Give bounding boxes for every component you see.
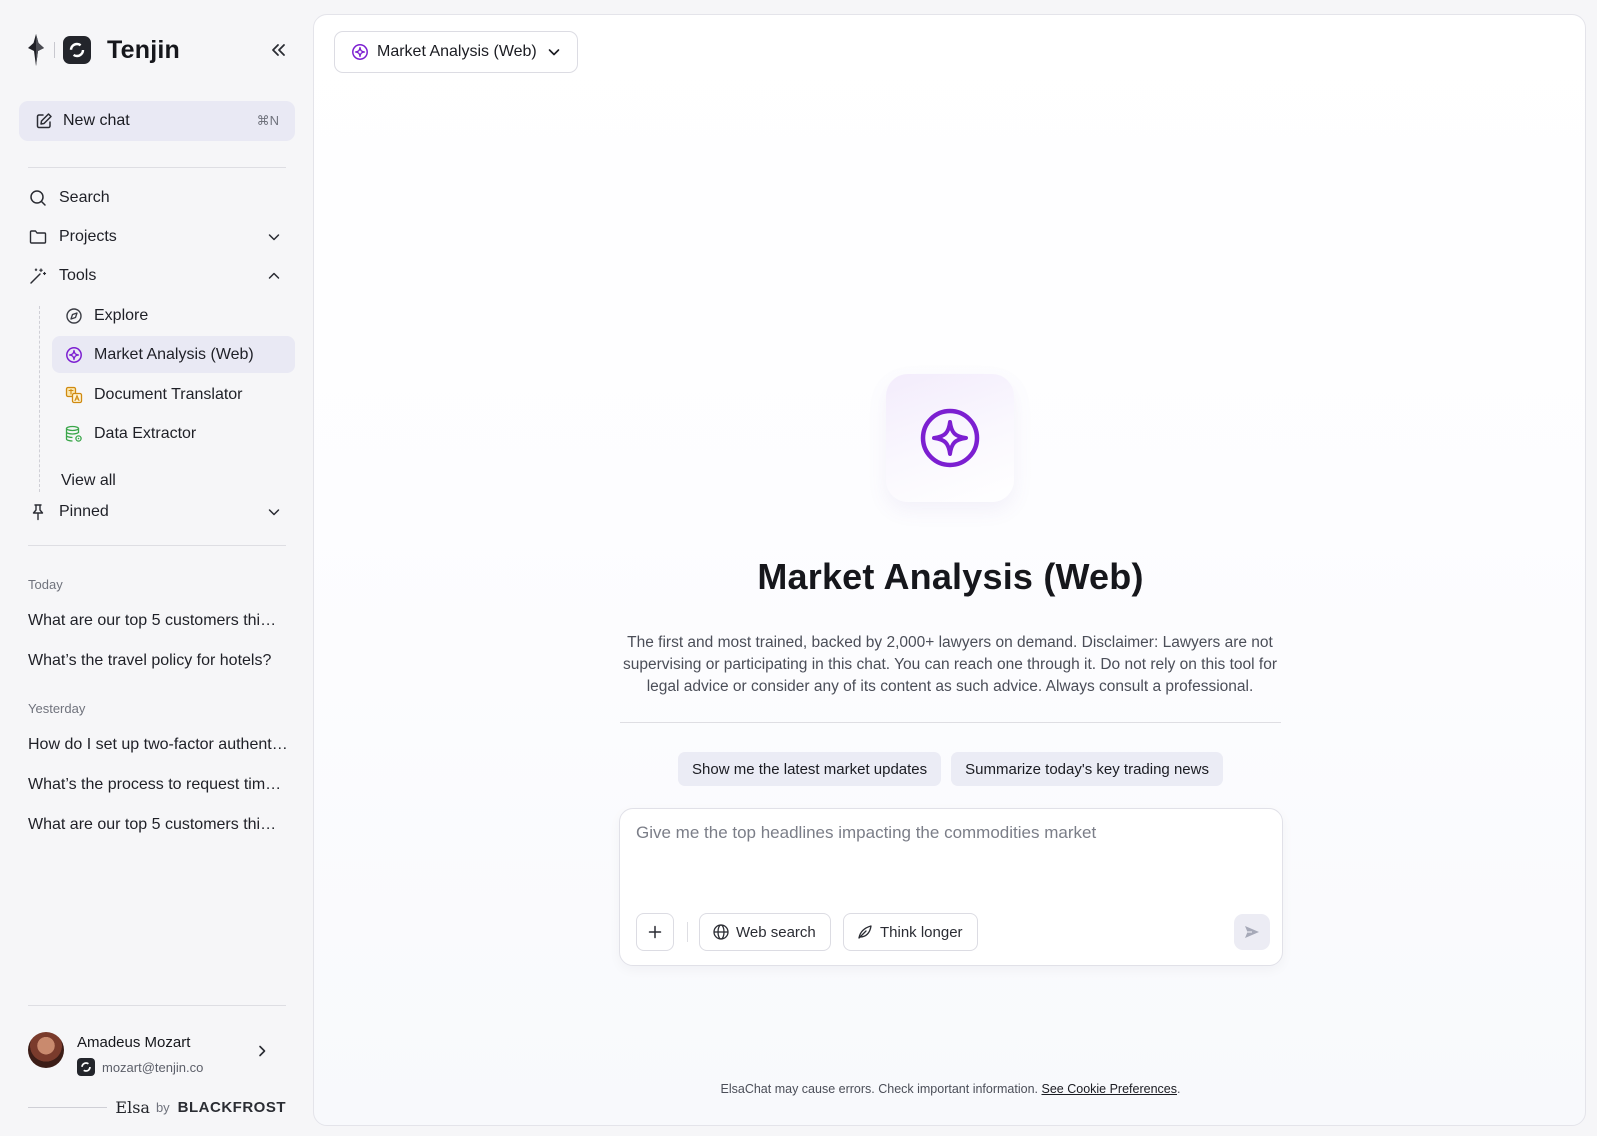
pin-icon [28,502,48,522]
page-title: Market Analysis (Web) [757,556,1144,597]
globe-icon [713,924,729,940]
elsa-logo-icon [28,34,44,66]
disclaimer-text: ElsaChat may cause errors. Check importa… [720,1082,1039,1096]
new-chat-label: New chat [63,112,130,129]
tool-item-market-analysis[interactable]: Market Analysis (Web) [52,336,295,373]
user-profile[interactable]: Amadeus Mozart mozart@tenjin.co [28,1028,288,1076]
globe-sparkle-icon [64,345,84,365]
chevron-down-icon[interactable] [266,504,282,520]
suggestion-chips: Show me the latest market updates Summar… [314,752,1587,786]
prompt-input[interactable] [636,823,1256,843]
edit-icon [36,113,52,129]
compass-icon [64,306,84,326]
globe-sparkle-icon [920,408,980,468]
footer-by: by [155,1100,170,1115]
new-chat-button[interactable]: New chat ⌘N [19,101,295,141]
cookie-preferences-link[interactable]: See Cookie Preferences [1042,1082,1178,1096]
brand-separator [54,42,55,58]
sidebar-item-tools[interactable]: Tools [28,263,286,289]
chevron-right-icon [259,1045,266,1057]
globe-sparkle-icon [352,44,368,60]
chat-composer: Web search Think longer [619,808,1283,966]
history-item[interactable]: What’s the travel policy for hotels? [28,652,288,670]
footer-brand: Elsa by BLACKFROST [28,1098,286,1117]
send-icon [1245,926,1259,938]
hero-divider [620,722,1281,723]
tools-tree-line [39,306,40,492]
chevron-down-icon [548,49,560,56]
plus-icon [648,925,662,939]
blackfrost-wordmark: BLACKFROST [177,1099,286,1116]
sidebar-item-pinned[interactable]: Pinned [28,499,286,525]
history-group-yesterday: Yesterday [28,701,86,716]
tool-selector-dropdown[interactable]: Market Analysis (Web) [334,31,578,73]
history-group-today: Today [28,577,63,592]
history-item[interactable]: What are our top 5 customers this quarte… [28,816,280,834]
history-item[interactable]: How do I set up two-factor authenticatio… [28,736,288,754]
user-name: Amadeus Mozart [77,1034,191,1051]
tenjin-logo-icon [77,1058,95,1076]
database-gear-icon [64,424,84,444]
footer-brand-line [28,1107,108,1108]
chevron-down-icon[interactable] [266,229,282,245]
tenjin-logo-icon [63,36,91,64]
think-longer-label: Think longer [880,923,963,941]
send-button[interactable] [1234,914,1270,950]
chevron-up-icon[interactable] [266,268,282,284]
user-email: mozart@tenjin.co [102,1059,204,1075]
hero-tool-icon [886,374,1014,502]
disclaimer-end: . [1177,1082,1181,1096]
magic-wand-icon [28,266,48,286]
sidebar-item-label: Pinned [59,503,109,520]
tool-item-label: Market Analysis (Web) [94,345,254,363]
tool-item-explore[interactable]: Explore [52,297,295,334]
sidebar-item-label: Search [59,189,110,206]
web-search-label: Web search [736,923,816,941]
folder-icon [28,227,48,247]
new-chat-shortcut: ⌘N [256,113,279,128]
suggestion-chip[interactable]: Summarize today's key trading news [951,752,1223,786]
history-item[interactable]: What’s the process to request time off? [28,776,288,794]
tool-item-document-translator[interactable]: Document Translator [52,376,295,413]
sidebar-item-projects[interactable]: Projects [28,224,286,250]
web-search-button[interactable]: Web search [699,913,831,951]
composer-separator [687,922,688,942]
leaf-icon [858,925,872,939]
attach-button[interactable] [636,913,674,951]
history-item[interactable]: What are our top 5 customers this quarte… [28,612,280,630]
suggestion-chip[interactable]: Show me the latest market updates [678,752,942,786]
tool-item-label: Data Extractor [94,424,197,442]
search-icon [28,188,48,208]
footer-disclaimer: ElsaChat may cause errors. Check importa… [314,1082,1587,1096]
app-title: Tenjin [107,35,180,64]
main-panel: Market Analysis (Web) Market Analysis (W… [313,14,1586,1126]
sidebar-item-label: Tools [59,267,97,284]
sidebar-item-search[interactable]: Search [28,185,286,211]
tool-item-data-extractor[interactable]: Data Extractor [52,415,295,452]
elsa-wordmark: Elsa [115,1098,150,1117]
tool-selector-label: Market Analysis (Web) [377,43,537,60]
tool-item-label: Explore [94,306,149,324]
user-email-row: mozart@tenjin.co [77,1058,203,1076]
brand-header: Tenjin [26,32,180,68]
sidebar-divider [28,1005,286,1006]
view-all-tools-link[interactable]: View all [61,472,116,490]
sidebar-divider [28,167,286,168]
think-longer-button[interactable]: Think longer [843,913,978,951]
tool-description: The first and most trained, backed by 2,… [623,634,1277,695]
sidebar: Tenjin New chat ⌘N Search Projects Tools [0,0,312,1136]
sidebar-divider [28,545,286,546]
collapse-sidebar-icon[interactable] [268,40,288,60]
translate-icon [64,385,84,405]
sidebar-item-label: Projects [59,228,117,245]
avatar [28,1032,64,1068]
tool-item-label: Document Translator [94,385,243,403]
